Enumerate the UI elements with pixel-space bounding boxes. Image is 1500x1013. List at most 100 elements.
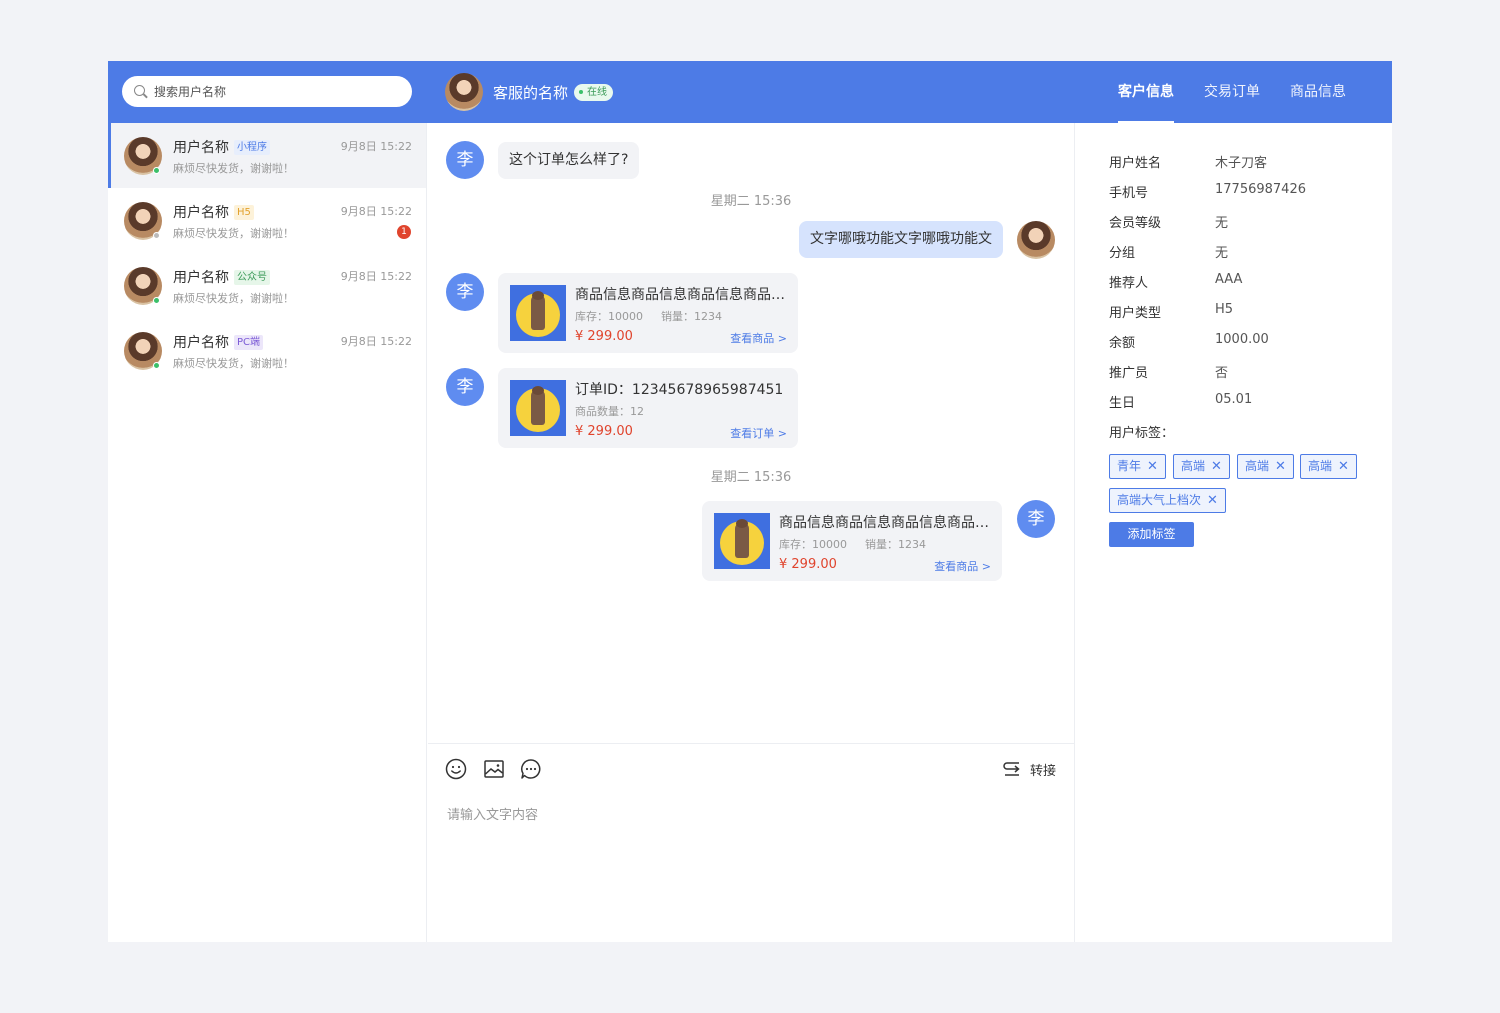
incoming-message: 这个订单怎么样了? bbox=[498, 142, 640, 179]
emoji-icon[interactable] bbox=[445, 758, 467, 780]
info-value: AAA bbox=[1215, 272, 1243, 287]
last-message-preview: 麻烦尽快发货，谢谢啦！ bbox=[173, 292, 294, 305]
product-price: ¥ 299.00 bbox=[779, 557, 837, 572]
product-card: 商品信息商品信息商品信息商品信息商品信息 库存：10000 销量：1234 ¥ 2… bbox=[498, 273, 798, 353]
user-tag-label: 高端 bbox=[1308, 459, 1333, 473]
conversation-item[interactable]: 用户名称 小程序 麻烦尽快发货，谢谢啦！ 9月8日 15:22 bbox=[108, 123, 426, 188]
info-row-member-level: 会员等级 无 bbox=[1109, 212, 1228, 231]
add-tag-button[interactable]: 添加标签 bbox=[1109, 522, 1194, 547]
online-status-text: 在线 bbox=[587, 86, 608, 98]
view-product-link[interactable]: 查看商品 > bbox=[730, 330, 787, 346]
info-label: 余额 bbox=[1109, 336, 1136, 351]
order-quantity: 商品数量：12 bbox=[575, 405, 644, 418]
remove-tag-icon[interactable]: ✕ bbox=[1207, 489, 1218, 512]
product-sales: 销量：1234 bbox=[865, 538, 926, 551]
product-meta: 库存：10000 销量：1234 bbox=[779, 536, 926, 552]
transfer-icon bbox=[1003, 762, 1020, 776]
customer-avatar: 李 bbox=[446, 141, 484, 179]
user-tag: 高端 ✕ bbox=[1237, 454, 1294, 479]
info-value: 木子刀客 bbox=[1215, 156, 1268, 171]
view-product-link[interactable]: 查看商品 > bbox=[934, 558, 991, 574]
product-meta: 库存：10000 销量：1234 bbox=[575, 308, 722, 324]
info-value: 17756987426 bbox=[1215, 182, 1306, 197]
agent-name: 客服的名称 bbox=[493, 83, 569, 102]
customer-info-panel: 用户姓名 木子刀客 手机号 17756987426 会员等级无 分组无 推荐人 AAA… bbox=[1074, 123, 1392, 942]
conversation-user: 用户名称 小程序 bbox=[173, 137, 270, 157]
remove-tag-icon[interactable]: ✕ bbox=[1338, 455, 1349, 478]
tab-product-info[interactable]: 商品信息 bbox=[1290, 61, 1346, 123]
info-label: 用户姓名 bbox=[1109, 156, 1162, 171]
info-row-user-type: 用户类型 H5 bbox=[1109, 302, 1233, 321]
remove-tag-icon[interactable]: ✕ bbox=[1147, 455, 1158, 478]
remove-tag-icon[interactable]: ✕ bbox=[1211, 455, 1222, 478]
product-sales: 销量：1234 bbox=[661, 310, 722, 323]
transfer-label: 转接 bbox=[1029, 763, 1056, 779]
info-row-phone: 手机号 17756987426 bbox=[1109, 182, 1306, 201]
source-badge: 公众号 bbox=[234, 269, 270, 285]
tab-customer-info[interactable]: 客户信息 bbox=[1118, 61, 1174, 123]
last-message-preview: 麻烦尽快发货，谢谢啦！ bbox=[173, 227, 294, 240]
time-separator: 星期二 15:36 bbox=[710, 470, 792, 485]
info-value: 无 bbox=[1215, 246, 1229, 261]
message-composer: 转接 bbox=[428, 743, 1074, 942]
search-input[interactable] bbox=[154, 84, 384, 99]
remove-tag-icon[interactable]: ✕ bbox=[1275, 455, 1286, 478]
conversation-time: 9月8日 15:22 bbox=[340, 270, 412, 283]
message-input[interactable] bbox=[447, 804, 1047, 924]
info-label: 推荐人 bbox=[1109, 276, 1149, 291]
info-row-promoter: 推广员 否 bbox=[1109, 362, 1228, 381]
user-tag: 高端 ✕ bbox=[1173, 454, 1230, 479]
order-price: ¥ 299.00 bbox=[575, 424, 633, 439]
conversation-item[interactable]: 用户名称 H5 麻烦尽快发货，谢谢啦！ 9月8日 15:22 1 bbox=[108, 188, 426, 253]
quick-reply-icon[interactable] bbox=[520, 758, 542, 780]
conversation-time: 9月8日 15:22 bbox=[340, 205, 412, 218]
conversation-list: 用户名称 小程序 麻烦尽快发货，谢谢啦！ 9月8日 15:22 用户名称 H5 … bbox=[108, 123, 427, 942]
online-status-badge: 在线 bbox=[574, 83, 614, 101]
online-dot-icon bbox=[153, 362, 160, 369]
product-card: 商品信息商品信息商品信息商品信息商品信息 库存：10000 销量：1234 ¥ 2… bbox=[702, 501, 1002, 581]
product-stock: 库存：10000 bbox=[779, 538, 847, 551]
info-value: 1000.00 bbox=[1215, 332, 1269, 347]
product-thumbnail bbox=[714, 513, 770, 569]
conversation-user: 用户名称 公众号 bbox=[173, 267, 270, 287]
info-label: 手机号 bbox=[1109, 186, 1149, 201]
conversation-item[interactable]: 用户名称 PC端 麻烦尽快发货，谢谢啦！ 9月8日 15:22 bbox=[108, 318, 426, 383]
conversation-time: 9月8日 15:22 bbox=[340, 335, 412, 348]
user-tags-title: 用户标签： bbox=[1109, 426, 1175, 441]
info-row-balance: 余额 1000.00 bbox=[1109, 332, 1269, 351]
info-row-referrer: 推荐人 AAA bbox=[1109, 272, 1242, 291]
conversation-item[interactable]: 用户名称 公众号 麻烦尽快发货，谢谢啦！ 9月8日 15:22 bbox=[108, 253, 426, 318]
info-value: 否 bbox=[1215, 366, 1229, 381]
info-row-name: 用户姓名 木子刀客 bbox=[1109, 152, 1267, 171]
order-id: 订单ID：12345678965987451 bbox=[575, 382, 784, 398]
customer-avatar: 李 bbox=[446, 273, 484, 311]
agent-info: 客服的名称 在线 bbox=[445, 73, 614, 111]
product-stock: 库存：10000 bbox=[575, 310, 643, 323]
product-thumbnail bbox=[510, 285, 566, 341]
last-message-preview: 麻烦尽快发货，谢谢啦！ bbox=[173, 162, 294, 175]
order-card: 订单ID：12345678965987451 商品数量：12 ¥ 299.00 … bbox=[498, 368, 798, 448]
conversation-user: 用户名称 PC端 bbox=[173, 332, 264, 352]
transfer-button[interactable]: 转接 bbox=[1002, 759, 1056, 779]
image-icon[interactable] bbox=[483, 758, 505, 780]
agent-avatar bbox=[445, 73, 483, 111]
time-separator: 星期二 15:36 bbox=[710, 194, 792, 209]
view-order-link[interactable]: 查看订单 > bbox=[730, 425, 787, 441]
user-tag-label: 青年 bbox=[1117, 459, 1142, 473]
unread-count-badge: 1 bbox=[397, 225, 411, 239]
tab-orders[interactable]: 交易订单 bbox=[1204, 61, 1260, 123]
agent-avatar bbox=[1017, 221, 1055, 259]
user-tag: 高端 ✕ bbox=[1300, 454, 1357, 479]
info-label: 会员等级 bbox=[1109, 216, 1162, 231]
user-tag: 青年 ✕ bbox=[1109, 454, 1166, 479]
info-label: 推广员 bbox=[1109, 366, 1149, 381]
info-label: 生日 bbox=[1109, 396, 1136, 411]
conversation-user: 用户名称 H5 bbox=[173, 202, 254, 222]
online-dot-icon bbox=[153, 297, 160, 304]
customer-avatar: 李 bbox=[1017, 500, 1055, 538]
conversation-user-name: 用户名称 bbox=[173, 270, 229, 286]
source-badge: PC端 bbox=[234, 334, 264, 350]
search-box[interactable] bbox=[122, 76, 412, 107]
source-badge: H5 bbox=[234, 204, 254, 220]
conversation-user-name: 用户名称 bbox=[173, 140, 229, 156]
